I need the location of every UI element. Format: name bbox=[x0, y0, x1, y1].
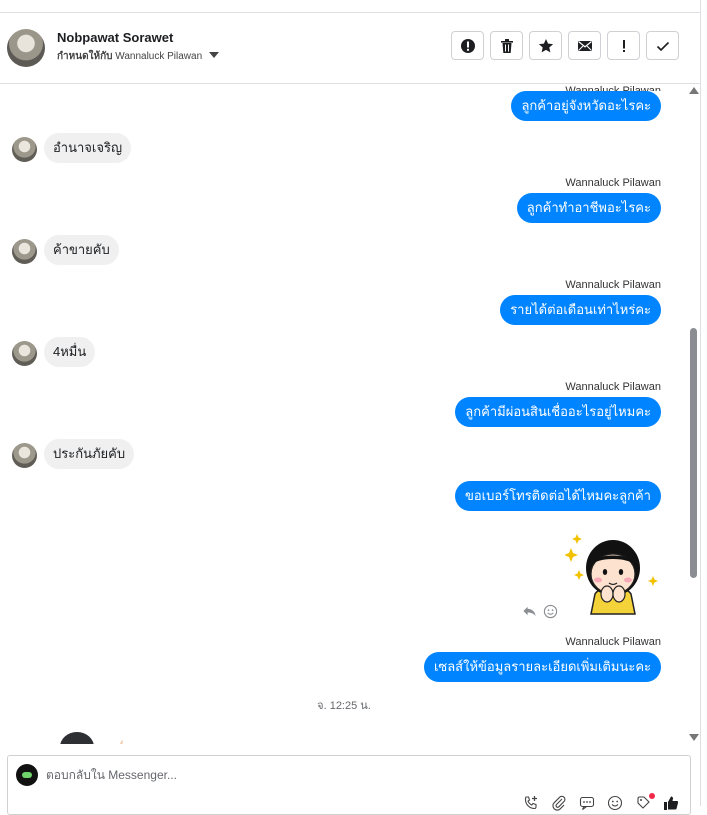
message-sender-label: Wannaluck Pilawan bbox=[565, 85, 661, 91]
mark-unread-button[interactable] bbox=[568, 31, 601, 60]
customer-avatar[interactable] bbox=[7, 29, 45, 67]
message-sender-label: Wannaluck Pilawan bbox=[565, 177, 661, 189]
conversation-header: Nobpawat Sorawet กำหนดให้กับ Wannaluck P… bbox=[0, 13, 700, 84]
message-bubble-outgoing[interactable]: ลูกค้ามีผ่อนสินเชื่ออะไรอยู่ไหมคะ bbox=[455, 397, 661, 427]
like-button[interactable] bbox=[662, 794, 680, 812]
follow-up-button[interactable] bbox=[607, 31, 640, 60]
message-bubble-outgoing[interactable]: รายได้ต่อเดือนเท่าไหร่คะ bbox=[500, 295, 661, 325]
labels-button[interactable] bbox=[634, 793, 655, 812]
scrollbar-thumb[interactable] bbox=[690, 328, 697, 578]
message-bubble-outgoing[interactable]: ลูกค้าทำอาชีพอะไรคะ bbox=[516, 193, 661, 223]
call-button[interactable] bbox=[522, 794, 540, 812]
assignment-dropdown[interactable]: กำหนดให้กับ Wannaluck Pilawan bbox=[57, 49, 219, 64]
exclamation-icon bbox=[622, 39, 625, 52]
message-sender-label: Wannaluck Pilawan bbox=[565, 279, 661, 291]
chat-bubble-dots-icon bbox=[579, 796, 595, 810]
message-hover-actions bbox=[522, 604, 558, 619]
girl-sticker-image[interactable] bbox=[565, 528, 661, 616]
attach-button[interactable] bbox=[550, 794, 568, 812]
top-strip bbox=[0, 0, 700, 13]
notification-dot bbox=[649, 793, 655, 799]
mail-icon bbox=[577, 40, 592, 51]
message-bubble-outgoing[interactable]: ขอเบอร์โทรติดต่อได้ไหมคะลูกค้า bbox=[454, 481, 661, 511]
phone-plus-icon bbox=[524, 796, 537, 810]
message-bubble-incoming[interactable]: อำนาจเจริญ bbox=[44, 133, 132, 163]
thumbs-up-icon bbox=[664, 796, 679, 810]
partial-sticker-image bbox=[120, 740, 123, 744]
customer-avatar-small bbox=[12, 443, 37, 468]
mark-done-button[interactable] bbox=[646, 31, 679, 60]
customer-avatar-small bbox=[12, 137, 37, 162]
caret-down-icon bbox=[208, 52, 219, 58]
emoji-button[interactable] bbox=[606, 794, 624, 812]
message-sender-label: Wannaluck Pilawan bbox=[565, 636, 661, 648]
panel-border bbox=[700, 0, 701, 806]
delete-button[interactable] bbox=[490, 31, 523, 60]
check-icon bbox=[656, 41, 669, 51]
trash-icon bbox=[500, 38, 513, 53]
message-bubble-incoming[interactable]: ค้าขายคับ bbox=[44, 235, 119, 265]
message-timestamp: จ. 12:25 น. bbox=[317, 700, 371, 712]
star-button[interactable] bbox=[529, 31, 562, 60]
message-bubble-incoming[interactable]: 4หมื่น bbox=[44, 337, 96, 367]
page-avatar bbox=[16, 764, 38, 786]
reply-input[interactable] bbox=[46, 765, 546, 785]
customer-avatar-small bbox=[12, 239, 37, 264]
composer-toolbar bbox=[522, 793, 680, 812]
header-actions bbox=[451, 31, 679, 60]
star-icon bbox=[538, 38, 553, 52]
message-thread[interactable]: Wannaluck Pilawan ลูกค้าอยู่จังหวัดอะไรค… bbox=[0, 84, 688, 744]
assign-label: กำหนดให้กับ bbox=[57, 51, 113, 62]
reply-icon[interactable] bbox=[522, 604, 537, 619]
saved-replies-button[interactable] bbox=[578, 794, 596, 812]
scroll-down-arrow-icon[interactable] bbox=[689, 734, 699, 741]
message-bubble-incoming[interactable]: ประกันภัยคับ bbox=[44, 439, 135, 469]
thread-scrollbar[interactable] bbox=[688, 84, 700, 744]
reply-composer bbox=[7, 755, 691, 815]
customer-name[interactable]: Nobpawat Sorawet bbox=[57, 30, 173, 45]
message-bubble-outgoing[interactable]: ลูกค้าอยู่จังหวัดอะไรคะ bbox=[511, 91, 661, 121]
spam-alert-icon bbox=[460, 38, 475, 53]
assignee-name: Wannaluck Pilawan bbox=[115, 51, 203, 62]
message-sender-label: Wannaluck Pilawan bbox=[565, 381, 661, 393]
partial-avatar bbox=[60, 732, 94, 744]
mark-spam-button[interactable] bbox=[451, 31, 484, 60]
customer-avatar-small bbox=[12, 341, 37, 366]
emoji-react-icon[interactable] bbox=[543, 604, 558, 619]
message-bubble-outgoing[interactable]: เซลส์ให้ข้อมูลรายละเอียดเพิ่มเติมนะคะ bbox=[423, 652, 661, 682]
emoji-icon bbox=[607, 795, 623, 811]
paperclip-icon bbox=[552, 795, 566, 811]
scroll-up-arrow-icon[interactable] bbox=[689, 87, 699, 94]
